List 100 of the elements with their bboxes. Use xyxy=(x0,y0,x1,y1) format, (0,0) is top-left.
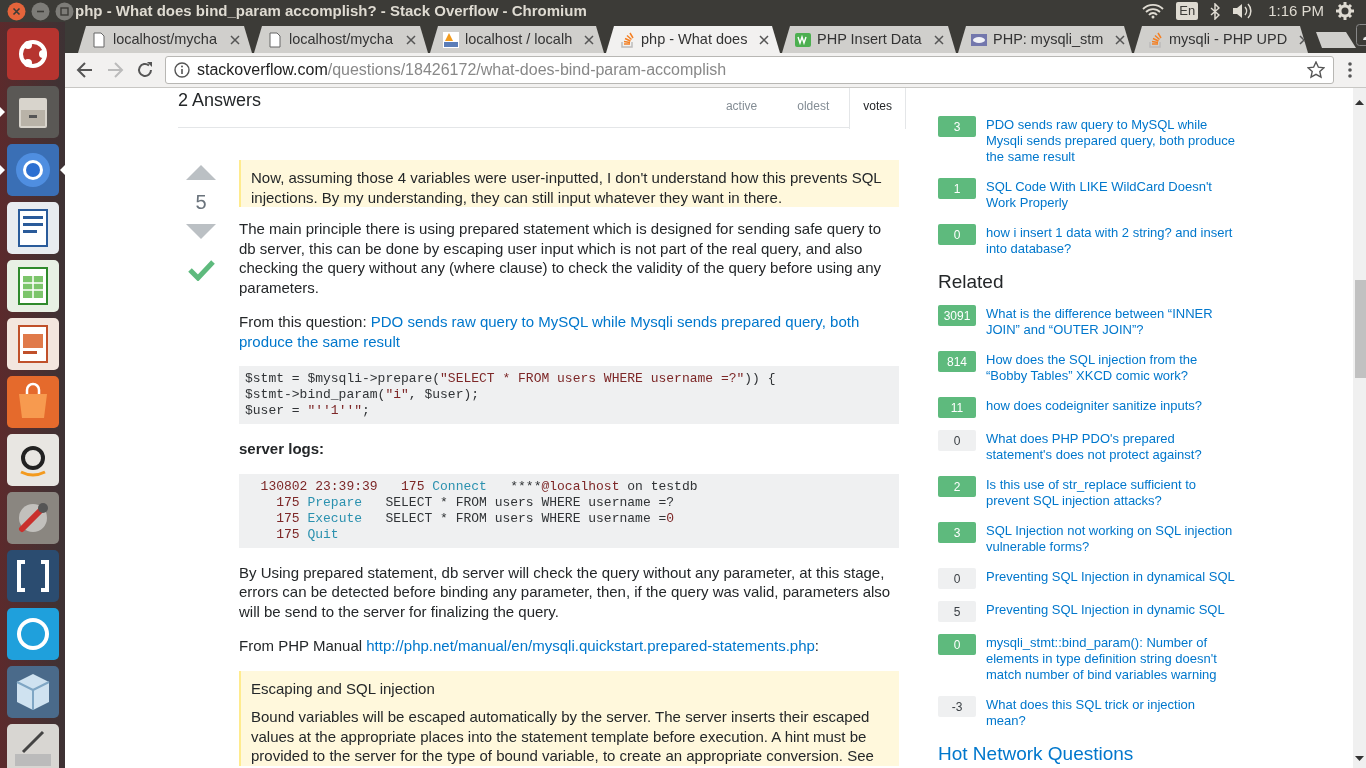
question-link[interactable]: PDO sends raw query to MySQL while Mysqli sends prepared query, both produce the same result xyxy=(986,116,1238,166)
question-link[interactable]: how i insert 1 data with 2 string? and insert into database? xyxy=(986,224,1238,258)
answers-heading: 2 Answers xyxy=(178,89,262,112)
quote-text: Bound variables will be escaped automatically by the server. The server inserts their escaped values at the appropriate places into the statement template before execution. A hint must be provided to the server for the type of bound variable, to create an appropriate conversion. See xyxy=(251,707,875,766)
tab-title: PHP: mysqli_stm xyxy=(993,29,1104,49)
score-badge: 3 xyxy=(938,522,976,543)
sort-tab[interactable]: active xyxy=(705,88,778,128)
question-link[interactable]: How does the SQL injection from the “Bobby Tables” XKCD comic work? xyxy=(986,351,1238,385)
clock[interactable]: 1:16 PM xyxy=(1268,0,1324,23)
minimize-icon[interactable] xyxy=(31,1,50,21)
section-heading: Related xyxy=(938,270,1005,294)
question-link[interactable]: SQL Injection not working on SQL injection vulnerable forms? xyxy=(986,522,1238,556)
page-favicon-icon xyxy=(91,31,107,48)
score-badge: 2 xyxy=(938,476,976,497)
browser-tab[interactable]: localhost/mycha xyxy=(254,26,428,53)
code-block: 130802 23:39:39 175 Connect ****@localhost on testdb 175 Prepare SELECT * FROM users WHERE username =? 175 Execute SELECT * FROM users WHERE username =0 175 Quit xyxy=(239,473,899,548)
score-badge: 0 xyxy=(938,224,976,245)
paragraph: The main principle there is using prepared statement which is designed for sending safe query to db server, this can be done by escaping user input which is not part of the real query, and also checking the query without any (where clause) to check the validity of the query before using any parameters. xyxy=(239,219,883,297)
browser-tab[interactable]: PHP: mysqli_stm xyxy=(958,26,1132,53)
info-icon[interactable] xyxy=(174,62,190,78)
quote-text: Now, assuming those 4 variables were user-inputted, I don't understand how this prevents SQL injections. By my understanding, they can still input whatever they want in there. xyxy=(251,168,883,207)
browser-tab[interactable]: localhost/mycha xyxy=(78,26,252,53)
question-link[interactable]: What is the difference between “INNER JOIN” and “OUTER JOIN”? xyxy=(986,305,1238,339)
browser-tab[interactable]: PHP Insert Data xyxy=(782,26,956,53)
close-icon[interactable] xyxy=(406,34,416,45)
question-link[interactable]: What does this SQL trick or injection mean? xyxy=(986,696,1238,730)
question-link[interactable]: how does codeigniter sanitize inputs? xyxy=(986,397,1238,418)
spreadsheet-icon[interactable] xyxy=(6,260,59,312)
brackets-icon[interactable] xyxy=(6,550,59,602)
page-favicon-icon xyxy=(1147,31,1163,48)
paragraph: From this question: PDO sends raw query to MySQL while Mysqli sends prepared query, both produce the same result xyxy=(239,312,861,351)
question-link[interactable]: Is this use of str_replace sufficient to prevent SQL injection attacks? xyxy=(986,476,1238,510)
score-badge: 1 xyxy=(938,178,976,199)
close-icon[interactable] xyxy=(230,34,240,45)
cube-icon[interactable] xyxy=(6,666,59,718)
maximize-icon[interactable] xyxy=(55,1,74,21)
shopping-bag-icon[interactable] xyxy=(6,376,59,428)
score-badge: 11 xyxy=(938,397,976,418)
question-link[interactable]: What does PHP PDO's prepared statement's does not protect against? xyxy=(986,430,1238,464)
menu-icon[interactable] xyxy=(1348,62,1352,78)
question-link[interactable]: mysqli_stmt::bind_param(): Number of elements in type definition string doesn't match number of bind variables warning xyxy=(986,634,1238,684)
presentation-icon[interactable] xyxy=(6,318,59,370)
volume-icon[interactable] xyxy=(1232,3,1253,19)
section-heading[interactable]: Hot Network Questions xyxy=(938,742,1238,766)
quote-text: Escaping and SQL injection xyxy=(251,678,436,698)
new-tab-button-icon[interactable] xyxy=(1316,31,1356,49)
paragraph: By Using prepared statement, db server will check the query without any parameter, at this stage, errors can be detected before binding any parameter, then, if the query was valid, parameters also will be send to the server for finalizing the query. xyxy=(239,562,892,621)
document-icon[interactable] xyxy=(6,202,59,254)
score-badge: 0 xyxy=(938,568,976,589)
wrench-icon[interactable] xyxy=(6,492,59,544)
link[interactable]: http://php.net/manual/en/mysqli.quickstart.prepared-statements.php xyxy=(366,637,815,654)
close-icon[interactable] xyxy=(7,1,26,21)
score-badge: 5 xyxy=(938,601,976,622)
score-badge: 0 xyxy=(938,634,976,655)
close-icon[interactable] xyxy=(584,34,595,45)
sort-tab[interactable]: votes xyxy=(849,88,906,129)
tab-title: localhost/mycha xyxy=(289,29,393,49)
score-badge: 3091 xyxy=(938,305,976,326)
paragraph: From PHP Manual http://php.net/manual/en/mysqli.quickstart.prepared-statements.php: xyxy=(239,636,821,656)
wifi-icon[interactable] xyxy=(1142,3,1165,19)
window-title: php - What does bind_param accomplish? - Stack Overflow - Chromium xyxy=(75,0,587,21)
page-favicon-icon xyxy=(971,31,987,48)
reload-icon[interactable] xyxy=(135,60,155,80)
url-text: stackoverflow.com/questions/18426172/what-does-bind-param-accomplish xyxy=(197,60,727,80)
tab-title: localhost/mycha xyxy=(113,29,217,49)
file-cabinet-icon[interactable] xyxy=(6,86,59,138)
back-arrow-icon[interactable] xyxy=(75,60,95,80)
score-badge: 0 xyxy=(938,430,976,451)
tab-title: PHP Insert Data xyxy=(817,29,922,49)
scrollbar-thumb[interactable] xyxy=(1355,280,1366,378)
close-icon[interactable] xyxy=(759,34,770,45)
question-link[interactable]: Preventing SQL Injection in dynamical SQL xyxy=(986,568,1238,589)
browser-tab[interactable]: php - What does xyxy=(606,26,780,53)
question-link[interactable]: SQL Code With LIKE WildCard Doesn't Work Properly xyxy=(986,178,1238,212)
star-icon[interactable] xyxy=(1307,61,1325,79)
close-icon[interactable] xyxy=(1115,34,1126,45)
gear-icon[interactable] xyxy=(1336,2,1354,20)
page-favicon-icon xyxy=(267,31,283,48)
round-browser-icon[interactable] xyxy=(6,144,59,196)
tab-title: php - What does xyxy=(641,29,748,49)
keyboard-indicator[interactable]: En xyxy=(1176,2,1199,20)
drawing-tablet-icon[interactable] xyxy=(6,724,59,768)
subheading: server logs: xyxy=(239,439,326,459)
score-badge: 3 xyxy=(938,116,976,137)
tab-title: localhost / localh xyxy=(465,29,573,49)
scroll-up-icon[interactable] xyxy=(1355,99,1364,105)
browser-tab[interactable]: localhost / localh xyxy=(430,26,604,53)
question-link[interactable]: Preventing SQL Injection in dynamic SQL xyxy=(986,601,1238,622)
browser-tab[interactable]: mysqli - PHP UPD xyxy=(1134,26,1308,53)
address-bar[interactable]: stackoverflow.com/questions/18426172/what-does-bind-param-accomplish xyxy=(165,56,1334,84)
score-badge: -3 xyxy=(938,696,976,717)
scroll-down-icon[interactable] xyxy=(1355,756,1364,762)
score-badge: 814 xyxy=(938,351,976,372)
scrollbar[interactable] xyxy=(1353,88,1366,768)
sort-tab[interactable]: oldest xyxy=(777,88,850,128)
page-favicon-icon xyxy=(443,31,459,48)
page-favicon-icon xyxy=(619,31,635,48)
close-icon[interactable] xyxy=(934,34,944,45)
bluetooth-icon[interactable] xyxy=(1210,2,1221,20)
circle-logo-icon[interactable] xyxy=(6,28,59,80)
